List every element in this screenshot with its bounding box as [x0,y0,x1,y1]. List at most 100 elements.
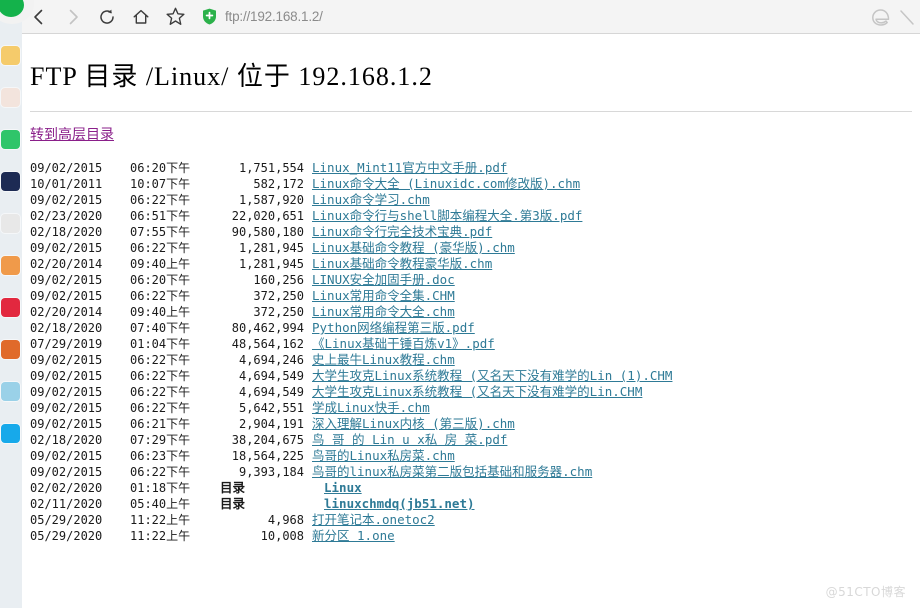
file-name-cell: 大学生攻克Linux系统教程 (又名天下没有难学的Lin (1).CHM [304,368,672,384]
file-size: 1,281,945 [238,257,304,271]
file-name-cell: Linux命令学习.chm [304,192,430,208]
file-link[interactable]: 鸟哥的linux私房菜第二版包括基础和服务器.chm [312,464,592,479]
file-size: 4,968 [267,513,304,527]
file-name-cell: Linux命令大全 (Linuxidc.com修改版).chm [304,176,580,192]
desktop-icon-1[interactable] [1,46,20,65]
file-size: 4,694,549 [238,385,304,399]
file-time: 06:22下午 [130,369,191,383]
desktop-icon-10[interactable] [1,424,20,443]
file-date: 05/29/2020 [30,529,103,543]
file-date: 09/02/2015 [30,385,103,399]
file-name-cell: 鸟哥的linux私房菜第二版包括基础和服务器.chm [304,464,592,480]
file-link[interactable]: 学成Linux快手.chm [312,400,430,415]
file-time: 11:22上午 [130,513,191,527]
file-link[interactable]: 新分区 1.one [312,528,395,543]
file-link[interactable]: 《Linux基础干锤百炼v1》.pdf [312,336,495,351]
file-size: 4,694,246 [238,353,304,367]
file-size: 1,281,945 [238,241,304,255]
file-link[interactable]: 大学生攻克Linux系统教程 (又名天下没有难学的Lin (1).CHM [312,368,672,383]
reload-button[interactable] [90,0,124,33]
desktop-icon-3[interactable] [1,130,20,149]
file-size: 1,751,554 [238,161,304,175]
file-name-cell: 打开笔记本.onetoc2 [304,512,435,528]
favorite-button[interactable] [158,0,192,33]
directory-link[interactable]: Linux [324,480,362,495]
file-link[interactable]: Python网络编程第三版.pdf [312,320,475,335]
file-link[interactable]: Linux基础命令教程豪华版.chm [312,256,492,271]
desktop-icon-8[interactable] [1,340,20,359]
file-link[interactable]: 鸟哥的Linux私房菜.chm [312,448,455,463]
desktop-icon-5[interactable] [1,214,20,233]
file-time: 06:22下午 [130,385,191,399]
file-size: 80,462,994 [231,321,304,335]
file-link[interactable]: 深入理解Linux内核 (第三版).chm [312,416,515,431]
desktop-icon-4[interactable] [1,172,20,191]
file-time: 01:04下午 [130,337,191,351]
home-icon [133,9,149,24]
file-time: 10:07下午 [130,177,191,191]
file-time: 06:22下午 [130,353,191,367]
file-date: 02/18/2020 [30,433,103,447]
table-row: 09/02/2015 06:20下午 1,751,554 Linux_Mint11官方… [22,160,920,176]
file-name-cell: linuxchmdq(jb51.net) [316,496,475,512]
browser-toolbar: ftp://192.168.1.2/ [22,0,920,34]
file-link[interactable]: Linux常用命令大全.chm [312,304,455,319]
toolbar-right-group [870,6,920,28]
file-date: 02/18/2020 [30,225,103,239]
file-date: 09/02/2015 [30,241,103,255]
table-row: 05/29/2020 11:22上午 4,968 打开笔记本.onetoc2 [22,512,920,528]
desktop-icon-2[interactable] [1,88,20,107]
parent-directory-link[interactable]: 转到高层目录 [30,124,114,144]
desktop-icon-7[interactable] [1,298,20,317]
file-size: 1,587,920 [238,193,304,207]
file-time: 06:51下午 [130,209,191,223]
file-name-cell: Linux常用命令全集.CHM [304,288,455,304]
desktop-icon-6[interactable] [1,256,20,275]
table-row: 02/02/2020 01:18下午 目录 Linux [22,480,920,496]
file-size: 18,564,225 [231,449,304,463]
watermark: @51CTO博客 [825,585,906,599]
page-title: FTP 目录 /Linux/ 位于 192.168.1.2 [30,62,433,91]
file-date: 09/02/2015 [30,353,103,367]
file-link[interactable]: Linux常用命令全集.CHM [312,288,455,303]
file-link[interactable]: Linux命令行完全技术宝典.pdf [312,224,492,239]
file-link[interactable]: 大学生攻克Linux系统教程 (又名天下没有难学的Lin.CHM [312,384,642,399]
desktop-icon-9[interactable] [1,382,20,401]
file-name-cell: Linux常用命令大全.chm [304,304,455,320]
reload-icon [100,9,114,24]
file-size: 372,250 [253,305,304,319]
table-row: 09/02/2015 06:22下午 4,694,549 大学生攻克Linux系统教程… [22,368,920,384]
address-bar[interactable]: ftp://192.168.1.2/ [202,0,870,33]
file-link[interactable]: Linux命令大全 (Linuxidc.com修改版).chm [312,176,580,191]
forward-button[interactable] [56,0,90,33]
file-time: 01:18下午 [130,481,191,495]
table-row: 09/02/2015 06:22下午 372,250 Linux常用命令全集.CHM [22,288,920,304]
file-link[interactable]: Linux_Mint11官方中文手册.pdf [312,160,507,175]
file-name-cell: 鸟 哥 的 Lin u x私 房 菜.pdf [304,432,507,448]
directory-link[interactable]: linuxchmdq(jb51.net) [324,496,475,511]
url-text[interactable]: ftp://192.168.1.2/ [225,9,323,24]
file-link[interactable]: LINUX安全加固手册.doc [312,272,455,287]
edge-logo-icon[interactable] [870,6,892,28]
file-time: 06:22下午 [130,401,191,415]
home-button[interactable] [124,0,158,33]
file-size: 372,250 [253,289,304,303]
shield-plus-icon [202,8,217,25]
partial-toolbar-icon[interactable] [900,6,916,28]
file-time: 09:40上午 [130,257,191,271]
file-name-cell: 《Linux基础干锤百炼v1》.pdf [304,336,495,352]
file-link[interactable]: Linux命令学习.chm [312,192,430,207]
table-row: 09/02/2015 06:22下午 1,587,920 Linux命令学习.chm [22,192,920,208]
file-link[interactable]: 鸟 哥 的 Lin u x私 房 菜.pdf [312,432,507,447]
file-link[interactable]: 打开笔记本.onetoc2 [312,512,435,527]
file-time: 05:40上午 [130,497,191,511]
file-link[interactable]: Linux基础命令教程 (豪华版).chm [312,240,515,255]
file-date: 05/29/2020 [30,513,103,527]
file-link[interactable]: 史上最牛Linux教程.chm [312,352,455,367]
file-date: 09/02/2015 [30,369,103,383]
file-link[interactable]: Linux命令行与shell脚本编程大全.第3版.pdf [312,208,582,223]
table-row: 02/11/2020 05:40上午 目录 linuxchmdq(jb51.net) [22,496,920,512]
file-date: 02/02/2020 [30,481,103,495]
file-name-cell: Python网络编程第三版.pdf [304,320,475,336]
file-name-cell: 新分区 1.one [304,528,395,544]
